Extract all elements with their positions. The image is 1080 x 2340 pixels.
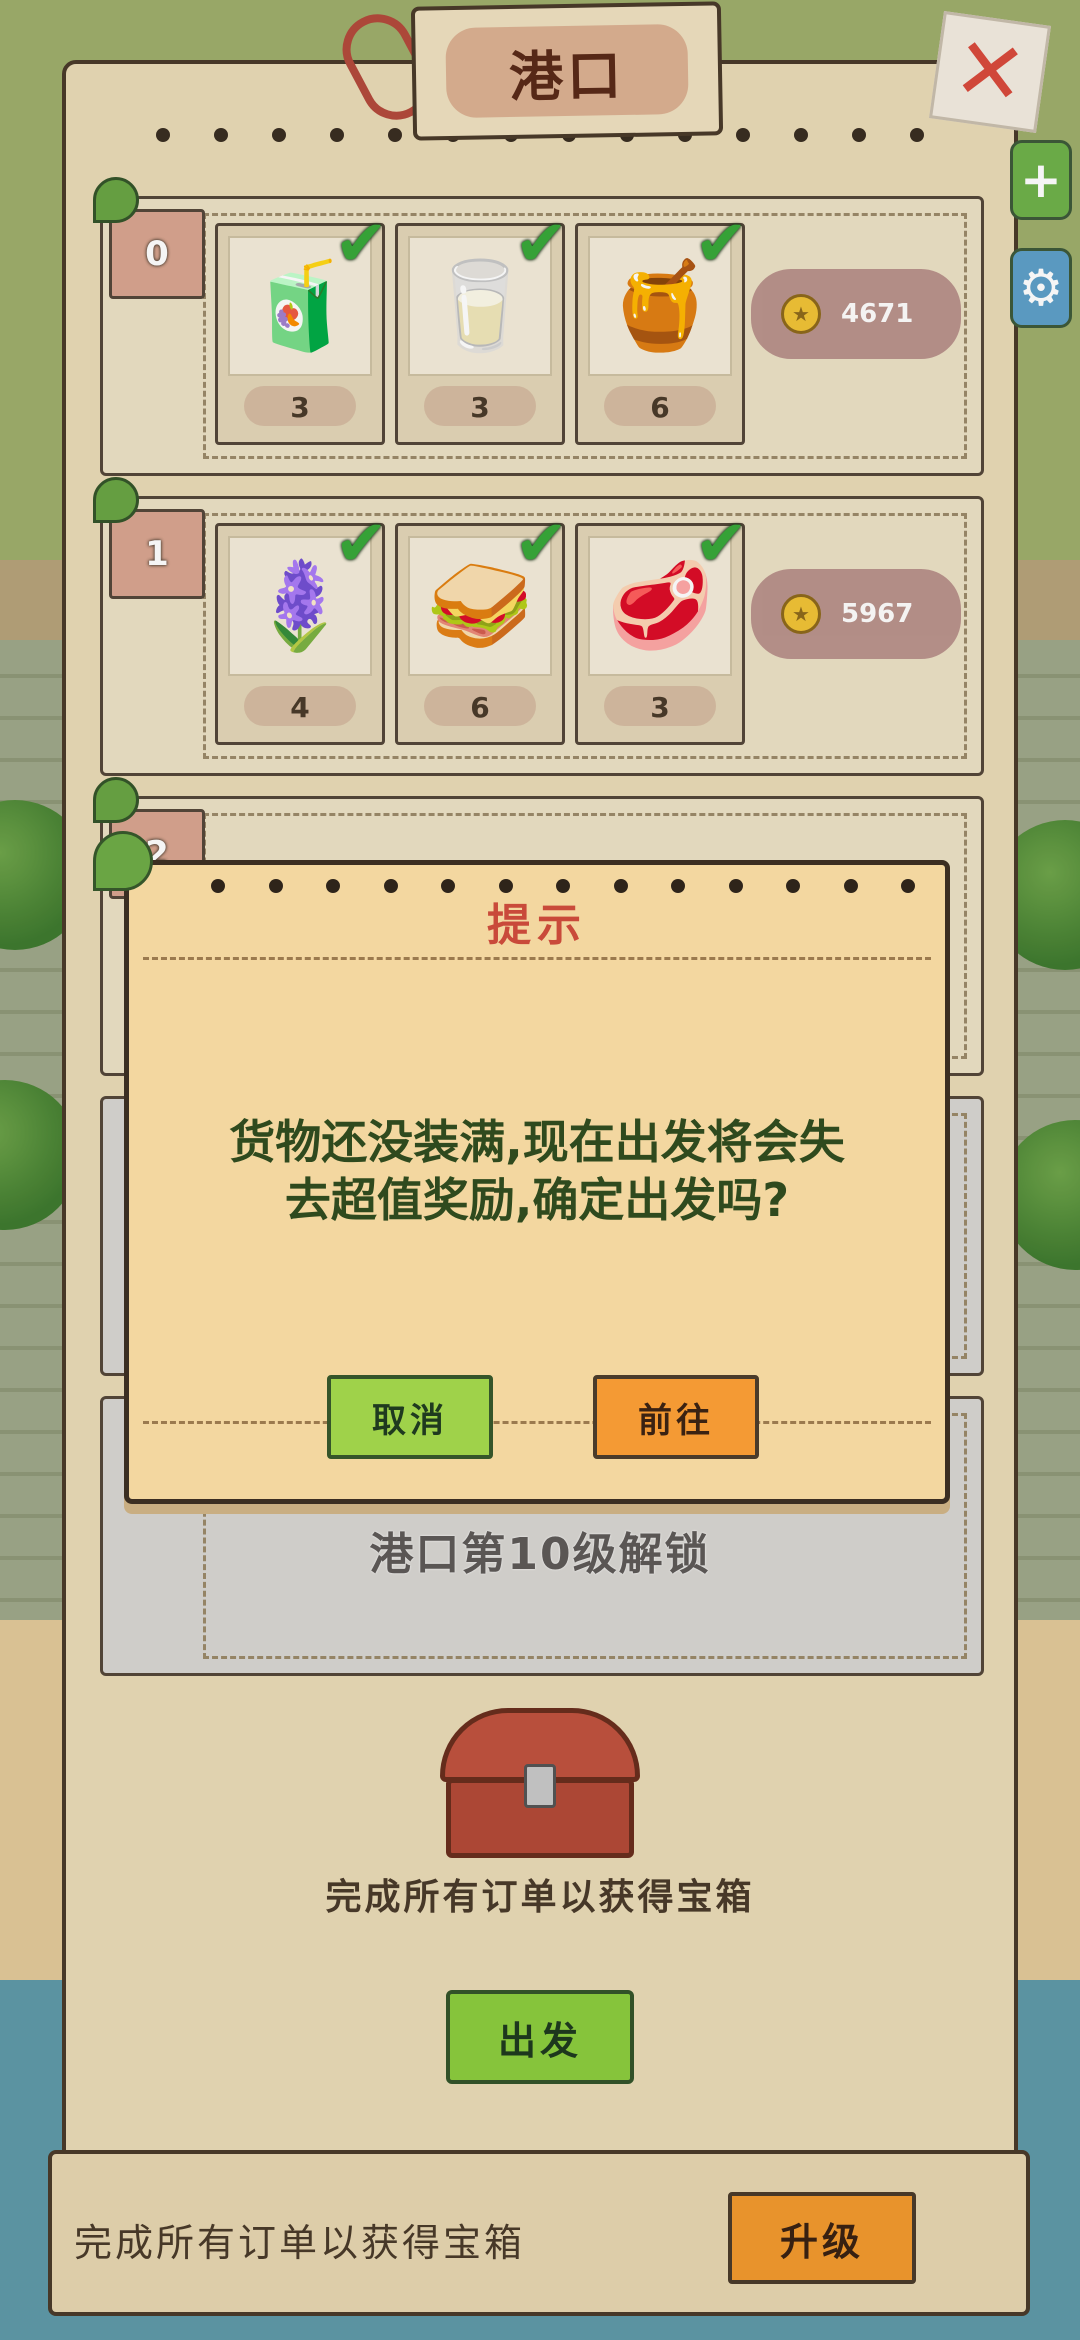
cancel-button[interactable]: 取消 [327, 1375, 493, 1459]
dialog-title: 提示 [487, 900, 587, 951]
dialog-message-line: 去超值奖励,确定出发吗? [284, 1173, 790, 1227]
dialog-message: 货物还没装满,现在出发将会失 去超值奖励,确定出发吗? [199, 1113, 875, 1229]
dialog-divider [143, 1421, 931, 1424]
go-button[interactable]: 前往 [593, 1375, 759, 1459]
vine-icon [93, 831, 153, 891]
dialog-divider [143, 957, 931, 960]
confirm-dialog: 提示 货物还没装满,现在出发将会失 去超值奖励,确定出发吗? 取消 前往 [93, 831, 950, 1504]
dialog-message-line: 货物还没装满,现在出发将会失 [229, 1115, 845, 1169]
